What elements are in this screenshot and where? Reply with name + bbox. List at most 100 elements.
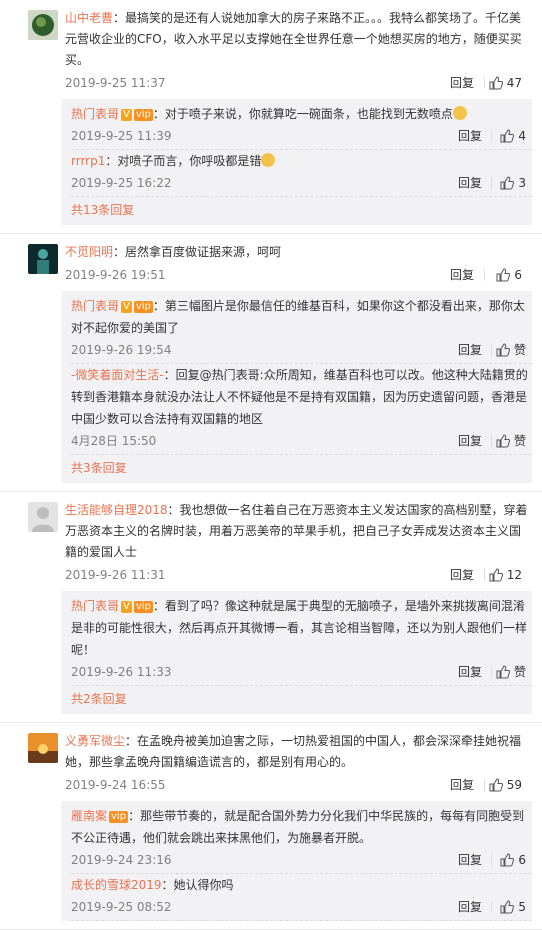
- divider: [484, 569, 485, 581]
- thumbs-up-icon: [496, 343, 511, 357]
- username[interactable]: 义勇军微尘: [65, 734, 125, 748]
- like-button[interactable]: 赞: [496, 430, 526, 452]
- like-button[interactable]: 12: [489, 563, 522, 587]
- like-count: 4: [518, 129, 526, 143]
- more-replies-link[interactable]: 共2条回复: [71, 686, 532, 714]
- thumbs-up-icon: [489, 76, 503, 90]
- avatar[interactable]: [28, 244, 58, 274]
- reply-item: 成长的雪球2019：她认得你吗 2019-9-25 08:52 回复 5: [71, 874, 532, 921]
- comment-text: 热门表哥 Vvip ：看到了吗？像这种就是属于典型的无脑喷子，是墙外来挑拨离间混淆是…: [71, 595, 532, 661]
- thumbs-up-icon: [500, 900, 515, 914]
- reply-button[interactable]: 回复: [458, 661, 482, 683]
- comment-text: 不觅阳明：居然拿百度做证据来源，呵呵: [65, 242, 532, 263]
- username[interactable]: 不觅阳明: [65, 245, 113, 259]
- comment-item: 义勇军微尘：在孟晚舟被美加迫害之际，一切热爱祖国的中国人，都会深深牵挂她祝福她，…: [0, 723, 542, 930]
- like-count: 12: [506, 568, 522, 582]
- like-button[interactable]: 3: [500, 172, 526, 194]
- reply-button[interactable]: 回复: [450, 71, 474, 95]
- avatar[interactable]: [28, 502, 58, 532]
- reply-button[interactable]: 回复: [458, 172, 482, 194]
- reply-button[interactable]: 回复: [450, 563, 474, 587]
- reply-item: 热门表哥 Vvip ：第三幅图片是你最信任的维基百科，如果你这个都没看出来，那你太对…: [71, 295, 532, 364]
- thumbs-up-icon: [500, 853, 515, 867]
- divider: [491, 666, 492, 678]
- username[interactable]: rrrrp1: [71, 154, 105, 168]
- divider: [491, 130, 492, 142]
- thumbs-up-icon: [489, 568, 503, 582]
- reply-item: rrrrp1：对喷子而言，你呼吸都是错 2019-9-25 16:22 回复 3: [71, 150, 532, 197]
- comment-text: 雁南案 vip ：那些带节奏的，就是配合国外势力分化我们中华民族的，每每有同胞受到不…: [71, 805, 532, 849]
- thumbs-up-icon: [500, 176, 515, 190]
- avatar[interactable]: [28, 733, 58, 763]
- reply-item: 热门表哥 Vvip ：看到了吗？像这种就是属于典型的无脑喷子，是墙外来挑拨离间混淆是…: [71, 595, 532, 686]
- username[interactable]: 热门表哥: [71, 299, 119, 313]
- like-button[interactable]: 4: [500, 125, 526, 147]
- thumbs-up-icon: [500, 129, 515, 143]
- reply-item: -微笑着面对生活-：回复@热门表哥:众所周知，维基百科也可以改。他这种大陆籍贯的…: [71, 364, 532, 455]
- thumbs-up-icon: [496, 268, 511, 282]
- verified-badge: V: [121, 601, 132, 613]
- timestamp: 2019-9-26 11:31: [65, 568, 166, 582]
- thumbs-up-icon: [489, 778, 503, 792]
- reply-button[interactable]: 回复: [458, 849, 482, 871]
- username[interactable]: 雁南案: [71, 809, 107, 823]
- comment-meta: 2019-9-24 16:55 回复 59: [65, 773, 532, 797]
- reply-button[interactable]: 回复: [458, 896, 482, 918]
- like-button[interactable]: 6: [496, 263, 522, 287]
- like-button[interactable]: 赞: [496, 661, 526, 683]
- comment-item: 不觅阳明：居然拿百度做证据来源，呵呵 2019-9-26 19:51 回复 6 热门表哥…: [0, 234, 542, 492]
- reply-button[interactable]: 回复: [450, 263, 474, 287]
- timestamp: 2019-9-25 11:39: [71, 129, 172, 143]
- comment-meta: 2019-9-26 19:51 回复 6: [65, 263, 532, 287]
- comment-meta: 2019-9-25 16:22 回复 3: [71, 172, 532, 194]
- timestamp: 2019-9-26 19:51: [65, 268, 166, 282]
- comment-body: ：那些带节奏的，就是配合国外势力分化我们中华民族的，每每有同胞受到不公正待遇，他…: [71, 809, 525, 845]
- divider: [484, 269, 485, 281]
- comment-body: ：最搞笑的是还有人说她加拿大的房子来路不正。。。我特么都笑场了。千亿美元营收企业…: [65, 11, 522, 67]
- comment-body: ：对于喷子来说，你就算吃一碗面条，也能找到无数喷点: [152, 107, 453, 121]
- reply-button[interactable]: 回复: [458, 430, 482, 452]
- divider: [484, 77, 485, 89]
- like-count: 59: [506, 778, 522, 792]
- reply-button[interactable]: 回复: [450, 773, 474, 797]
- like-count: 5: [518, 900, 526, 914]
- comment-body: ：对喷子而言，你呼吸都是错: [105, 154, 262, 168]
- like-button[interactable]: 59: [489, 773, 522, 797]
- like-button[interactable]: 6: [500, 849, 526, 871]
- timestamp: 2019-9-24 16:55: [65, 778, 166, 792]
- like-button[interactable]: 5: [500, 896, 526, 918]
- reply-button[interactable]: 回复: [458, 339, 482, 361]
- comment-feed: 山中老曹：最搞笑的是还有人说她加拿大的房子来路不正。。。我特么都笑场了。千亿美元…: [0, 0, 542, 930]
- comment-text: 义勇军微尘：在孟晚舟被美加迫害之际，一切热爱祖国的中国人，都会深深牵挂她祝福她，…: [65, 731, 532, 773]
- more-replies-link[interactable]: 共3条回复: [71, 455, 532, 483]
- username[interactable]: 山中老曹: [65, 11, 113, 25]
- like-button[interactable]: 赞: [496, 339, 526, 361]
- like-count: 47: [506, 76, 522, 90]
- like-count: 3: [518, 176, 526, 190]
- thumbs-up-icon: [496, 665, 511, 679]
- username[interactable]: -微笑着面对生活-: [71, 368, 164, 382]
- comment-meta: 2019-9-25 11:39 回复 4: [71, 125, 532, 147]
- comment-text: 热门表哥 Vvip ：第三幅图片是你最信任的维基百科，如果你这个都没看出来，那你太对…: [71, 295, 532, 339]
- like-count: 6: [514, 268, 522, 282]
- username[interactable]: 生活能够自理2018: [65, 503, 168, 517]
- more-replies-link[interactable]: 共13条回复: [71, 197, 532, 225]
- replies-panel: 热门表哥 Vvip ：第三幅图片是你最信任的维基百科，如果你这个都没看出来，那你太对…: [61, 291, 532, 483]
- comment-text: 成长的雪球2019：她认得你吗: [71, 874, 532, 896]
- verified-badge: V: [121, 301, 132, 313]
- vip-badge: vip: [109, 811, 129, 823]
- divider: [491, 344, 492, 356]
- comment-item: 山中老曹：最搞笑的是还有人说她加拿大的房子来路不正。。。我特么都笑场了。千亿美元…: [0, 0, 542, 234]
- reply-button[interactable]: 回复: [458, 125, 482, 147]
- username[interactable]: 热门表哥: [71, 107, 119, 121]
- avatar[interactable]: [28, 10, 58, 40]
- comment-body: ：居然拿百度做证据来源，呵呵: [113, 245, 282, 259]
- timestamp: 2019-9-25 08:52: [71, 900, 172, 914]
- like-button[interactable]: 47: [489, 71, 522, 95]
- username[interactable]: 热门表哥: [71, 599, 119, 613]
- vip-badge: vip: [133, 301, 153, 313]
- replies-panel: 热门表哥 Vvip ：对于喷子来说，你就算吃一碗面条，也能找到无数喷点 2019-9-…: [61, 99, 532, 225]
- username[interactable]: 成长的雪球2019: [71, 878, 162, 892]
- reply-item: 雁南案 vip ：那些带节奏的，就是配合国外势力分化我们中华民族的，每每有同胞受到不…: [71, 805, 532, 874]
- timestamp: 2019-9-26 19:54: [71, 343, 172, 357]
